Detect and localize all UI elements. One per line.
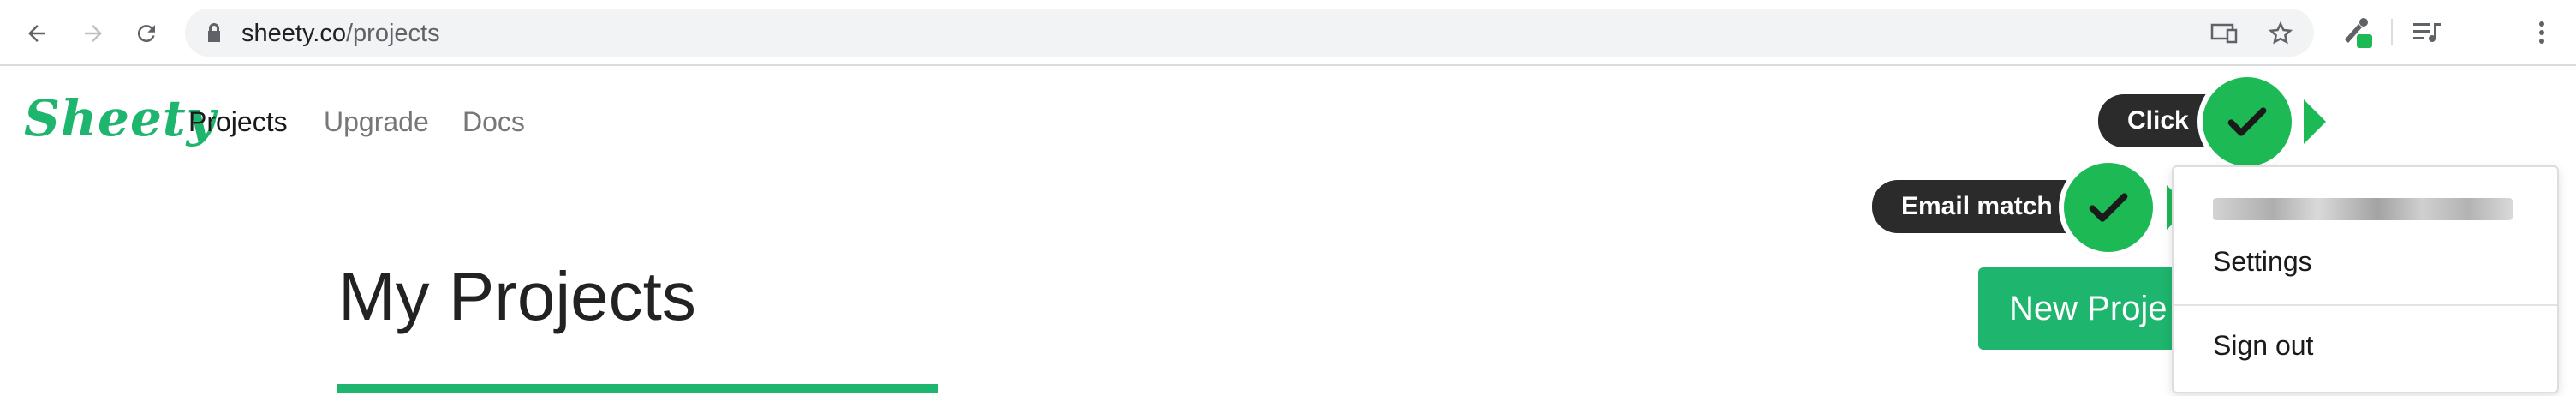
browser-menu-button[interactable] [2521,12,2562,53]
bookmark-star-button[interactable] [2266,19,2295,48]
settings-menu-item[interactable]: Settings [2213,246,2312,278]
checkmark-icon [2089,193,2128,222]
email-match-check-badge [2064,163,2153,252]
blurred-user-email [2213,198,2513,220]
back-button[interactable] [15,12,58,55]
reload-button[interactable] [125,12,168,55]
new-project-button[interactable]: New Proje [1978,267,2192,350]
forward-button[interactable] [72,12,115,55]
forward-arrow-icon [85,25,102,42]
menu-dots-icon [2539,21,2544,44]
media-queue-button[interactable] [2406,12,2448,53]
reload-icon [137,25,155,43]
email-match-tag-label: Email match [1901,192,2053,220]
cast-icon [2210,23,2238,44]
checkmark-icon [2227,107,2267,136]
email-match-tag: Email match [1872,180,2090,233]
nav-upgrade[interactable]: Upgrade [324,106,429,138]
click-tag-notch [2304,99,2326,144]
lock-icon [208,23,220,42]
back-arrow-icon [28,25,45,42]
address-bar[interactable]: sheety.co/projects [185,9,2314,57]
cast-button[interactable] [2209,19,2239,48]
url-host: sheety.co [242,20,346,47]
nav-projects[interactable]: Projects [188,106,288,138]
media-queue-icon [2413,23,2441,42]
browser-toolbar: sheety.co/projects [0,0,2576,66]
toolbar-divider [2391,19,2393,45]
click-tag-label: Click [2127,106,2189,135]
click-check-badge [2203,77,2292,166]
nav-docs[interactable]: Docs [462,106,525,138]
eyedropper-extension-button[interactable] [2336,12,2377,53]
account-dropdown: Settings Sign out [2172,165,2559,393]
title-underline [337,384,938,393]
dropdown-divider [2174,304,2557,306]
page-title: My Projects [338,258,696,334]
eyedropper-extension-icon [2345,18,2372,48]
sign-out-menu-item[interactable]: Sign out [2213,330,2313,362]
star-icon [2268,21,2293,45]
url-path: /projects [345,20,440,47]
sheety-logo[interactable]: Sheety [24,89,216,147]
url-text: sheety.co/projects [242,20,440,48]
